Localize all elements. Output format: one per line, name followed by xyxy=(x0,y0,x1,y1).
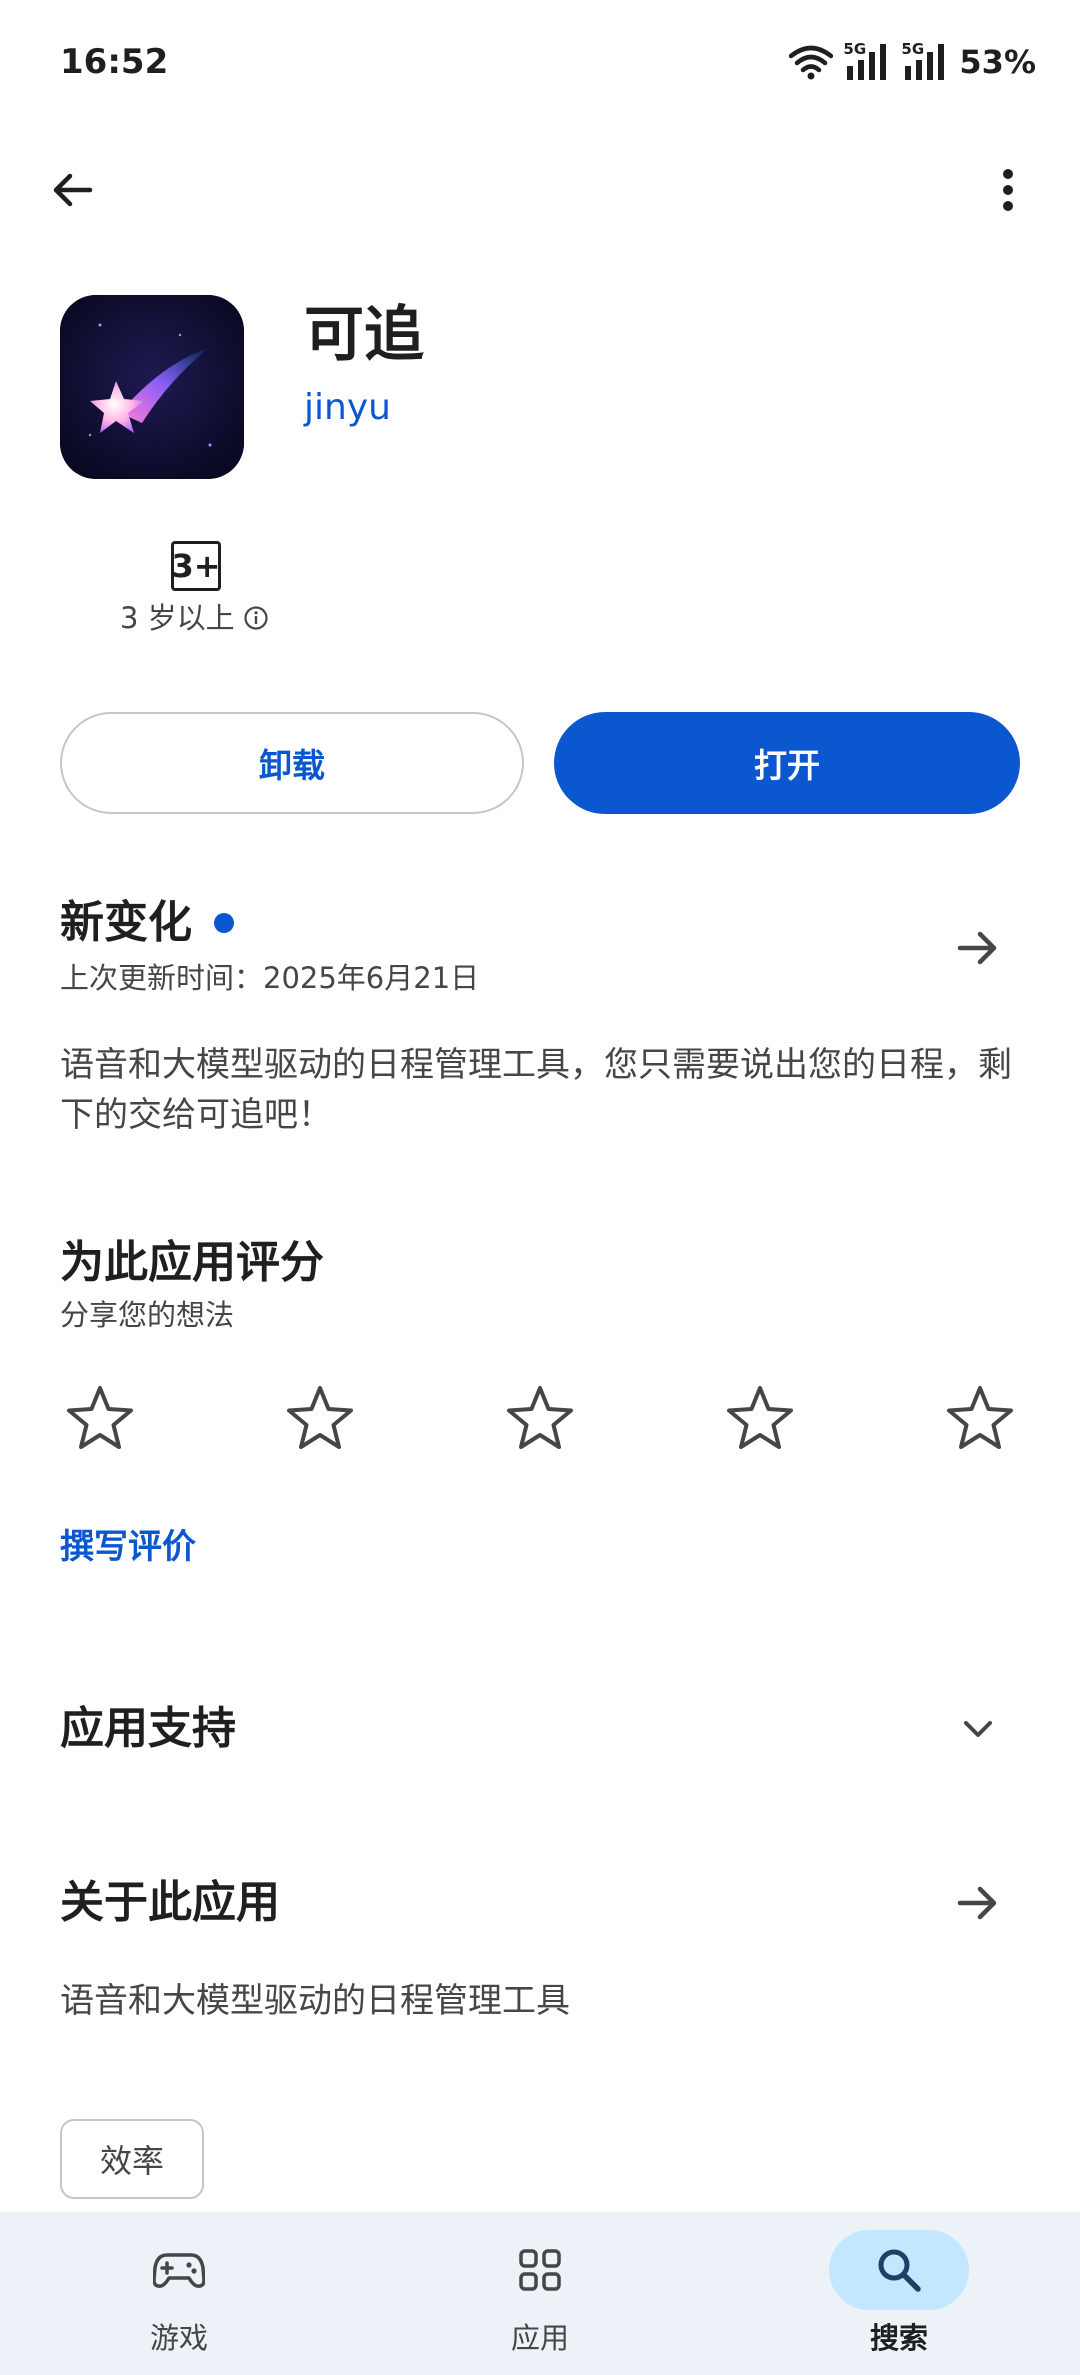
whats-new-body: 语音和大模型驱动的日程管理工具，您只需要说出您的日程，剩下的交给可追吧！ xyxy=(60,1045,1012,1135)
star-5-button[interactable] xyxy=(940,1378,1020,1458)
age-rating-badge: 3+ xyxy=(171,541,221,591)
battery-percentage: 53% xyxy=(959,43,1036,81)
nav-label: 应用 xyxy=(510,2321,569,2355)
whats-new-header[interactable]: 新变化 xyxy=(60,893,234,953)
category-chip[interactable]: 效率 xyxy=(60,2119,205,2199)
last-updated: 上次更新时间：2025年6月21日 xyxy=(60,961,480,995)
developer-link[interactable]: jinyu xyxy=(304,383,391,433)
whats-new-arrow-button[interactable] xyxy=(946,916,1010,980)
nav-item-search[interactable]: 搜索 xyxy=(799,2212,999,2375)
star-1-button[interactable] xyxy=(60,1378,140,1458)
chevron-down-icon xyxy=(964,1721,992,1737)
shooting-star-icon xyxy=(60,295,244,479)
star-outline-icon xyxy=(727,1386,793,1449)
new-indicator-dot xyxy=(214,913,234,933)
arrow-right-icon xyxy=(957,931,997,965)
arrow-right-icon xyxy=(957,1886,997,1920)
app-support-expand-button[interactable] xyxy=(946,1697,1010,1761)
wifi-icon xyxy=(789,45,834,80)
rate-app-title: 为此应用评分 xyxy=(60,1237,324,1288)
rate-app-subtitle: 分享您的想法 xyxy=(60,1298,235,1332)
open-button[interactable]: 打开 xyxy=(554,712,1020,814)
nav-item-games[interactable]: 游戏 xyxy=(79,2212,279,2375)
star-outline-icon xyxy=(507,1386,573,1449)
write-review-link[interactable]: 撰写评价 xyxy=(60,1522,196,1572)
gamepad-icon xyxy=(153,2253,205,2288)
cellular-signal-2: 5G xyxy=(901,40,949,82)
star-outline-icon xyxy=(67,1386,133,1449)
app-icon xyxy=(60,295,244,479)
about-title[interactable]: 关于此应用 xyxy=(60,1873,280,1933)
more-options-button[interactable] xyxy=(968,150,1048,230)
nav-label: 搜索 xyxy=(869,2321,928,2355)
status-time: 16:52 xyxy=(60,42,169,82)
uninstall-button[interactable]: 卸载 xyxy=(60,712,524,814)
arrow-left-icon xyxy=(53,173,93,207)
info-icon xyxy=(244,606,268,630)
whats-new-title: 新变化 xyxy=(60,897,192,948)
about-body: 语音和大模型驱动的日程管理工具 xyxy=(60,1981,570,2021)
about-arrow-button[interactable] xyxy=(946,1871,1010,1935)
age-rating-label[interactable]: 3 岁以上 xyxy=(120,598,269,638)
nav-pill xyxy=(470,2230,610,2310)
app-title: 可追 xyxy=(304,300,424,370)
signal-bars-icon xyxy=(847,44,887,80)
star-2-button[interactable] xyxy=(280,1378,360,1458)
age-rating-text: 3 岁以上 xyxy=(120,601,235,635)
back-button[interactable] xyxy=(32,150,112,230)
cellular-signal-1: 5G xyxy=(843,40,891,82)
star-outline-icon xyxy=(947,1386,1013,1449)
bottom-navigation: 游戏 应用 搜索 xyxy=(0,2212,1080,2375)
app-support-title[interactable]: 应用支持 xyxy=(60,1699,236,1759)
signal-bars-icon xyxy=(905,44,945,80)
search-icon xyxy=(878,2249,921,2292)
nav-pill xyxy=(109,2230,249,2310)
nav-pill-active xyxy=(829,2230,969,2310)
status-icons: 5G 5G 53% xyxy=(789,38,1036,86)
star-rating xyxy=(60,1378,1020,1458)
apps-grid-icon xyxy=(519,2249,561,2291)
star-4-button[interactable] xyxy=(720,1378,800,1458)
star-3-button[interactable] xyxy=(500,1378,580,1458)
nav-label: 游戏 xyxy=(149,2321,208,2355)
star-outline-icon xyxy=(287,1386,353,1449)
more-vert-icon xyxy=(1003,169,1013,211)
nav-item-apps[interactable]: 应用 xyxy=(440,2212,640,2375)
